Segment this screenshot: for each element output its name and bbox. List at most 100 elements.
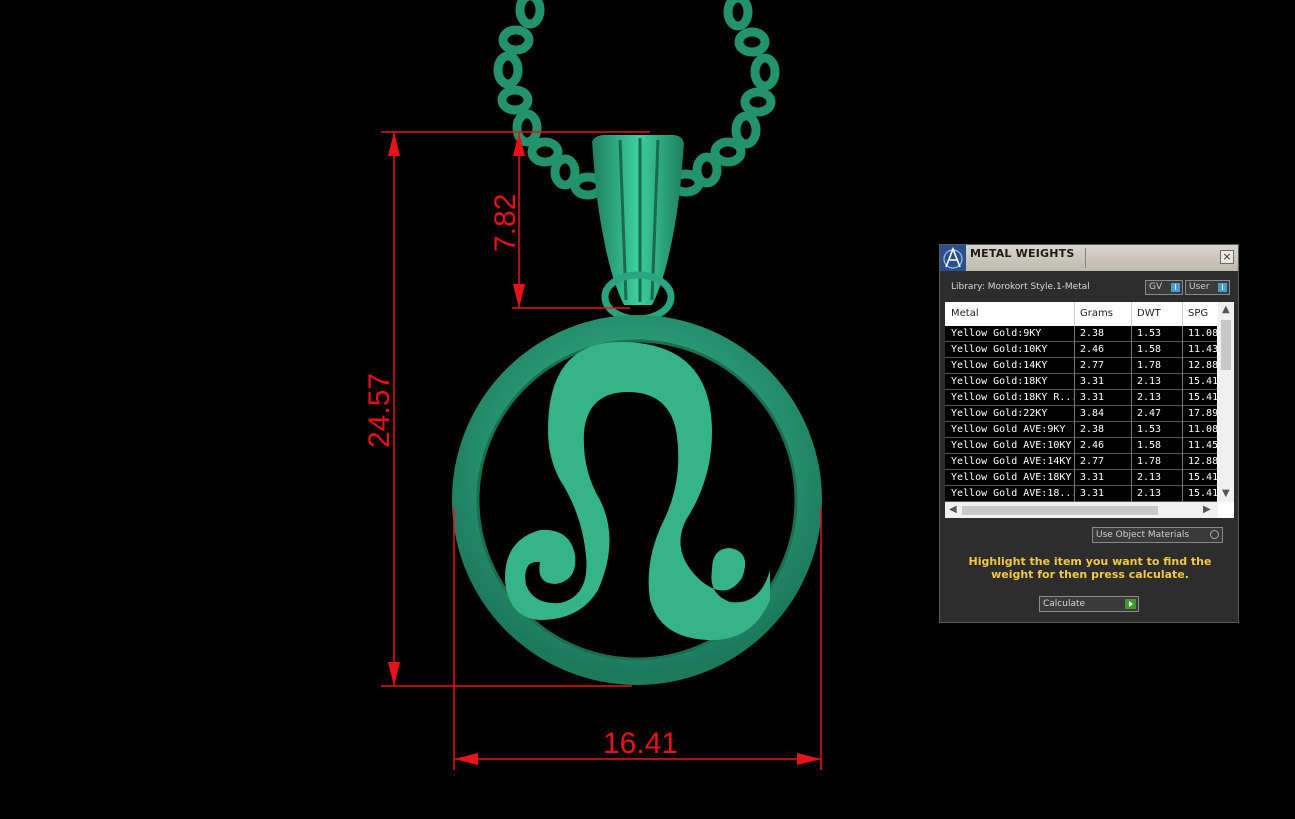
cell-divider — [1182, 406, 1183, 422]
dimension-label-width: 16.41 — [603, 727, 678, 760]
play-arrow-icon — [1125, 599, 1136, 609]
cell-dwt: 2.13 — [1137, 488, 1162, 499]
cell-metal: Yellow Gold:18KY R... — [951, 392, 1078, 403]
scroll-down-icon[interactable]: ▼ — [1222, 488, 1230, 499]
table-row[interactable]: Yellow Gold:9KY 2.38 1.53 11.08 — [945, 326, 1217, 342]
pendant-bail — [592, 135, 684, 323]
cell-grams: 3.31 — [1080, 376, 1105, 387]
user-toggle-knob: I — [1218, 283, 1227, 292]
vertical-scrollbar[interactable]: ▲ ▼ — [1218, 302, 1234, 502]
cell-grams: 3.31 — [1080, 472, 1105, 483]
cell-metal: Yellow Gold AVE:14KY — [951, 456, 1072, 467]
table-row[interactable]: Yellow Gold:18KY R... 3.31 2.13 15.41 — [945, 390, 1217, 406]
cell-divider — [1182, 374, 1183, 390]
cell-metal: Yellow Gold:10KY — [951, 344, 1048, 355]
cell-divider — [1182, 454, 1183, 470]
use-object-materials-option[interactable]: Use Object Materials — [1092, 527, 1223, 543]
cell-divider — [1131, 454, 1132, 470]
radio-icon[interactable] — [1210, 530, 1219, 539]
cell-divider — [1074, 374, 1075, 390]
table-row[interactable]: Yellow Gold:22KY 3.84 2.47 17.89 — [945, 406, 1217, 422]
use-object-materials-label: Use Object Materials — [1096, 530, 1190, 540]
horizontal-scrollbar[interactable]: ◀ ▶ — [945, 502, 1218, 518]
table-header: Metal Grams DWT SPG — [945, 302, 1217, 326]
table-body: Yellow Gold:9KY 2.38 1.53 11.08 Yellow G… — [945, 326, 1217, 502]
cell-metal: Yellow Gold:14KY — [951, 360, 1048, 371]
column-header-grams[interactable]: Grams — [1080, 308, 1113, 319]
table-row[interactable]: Yellow Gold:10KY 2.46 1.58 11.43 — [945, 342, 1217, 358]
cell-divider — [1182, 470, 1183, 486]
cell-metal: Yellow Gold:18KY — [951, 376, 1048, 387]
gv-toggle[interactable]: GV I — [1145, 280, 1183, 295]
cell-divider — [1182, 438, 1183, 454]
cell-divider — [1074, 358, 1075, 374]
cell-divider — [1074, 470, 1075, 486]
cell-divider — [1131, 486, 1132, 502]
cell-grams: 2.77 — [1080, 456, 1105, 467]
cell-dwt: 1.53 — [1137, 328, 1162, 339]
cell-divider — [1131, 406, 1132, 422]
gv-toggle-knob: I — [1171, 283, 1180, 292]
horizontal-scroll-thumb[interactable] — [962, 506, 1158, 515]
gv-toggle-label: GV — [1149, 282, 1163, 292]
cell-divider — [1074, 438, 1075, 454]
cell-divider — [1131, 326, 1132, 342]
cell-divider — [1131, 374, 1132, 390]
cell-spg: 15.41 — [1188, 472, 1217, 483]
table-row[interactable]: Yellow Gold:18KY 3.31 2.13 15.41 — [945, 374, 1217, 390]
leo-symbol — [504, 342, 770, 641]
table-row[interactable]: Yellow Gold AVE:10KY 2.46 1.58 11.45 — [945, 438, 1217, 454]
cell-divider — [1074, 486, 1075, 502]
table-row[interactable]: Yellow Gold AVE:14KY 2.77 1.78 12.88 — [945, 454, 1217, 470]
cell-metal: Yellow Gold:22KY — [951, 408, 1048, 419]
cell-dwt: 2.47 — [1137, 408, 1162, 419]
close-button[interactable]: × — [1220, 250, 1234, 264]
cell-divider — [1182, 326, 1183, 342]
cell-dwt: 1.58 — [1137, 344, 1162, 355]
cell-grams: 2.38 — [1080, 328, 1105, 339]
cell-spg: 15.41 — [1188, 392, 1217, 403]
column-header-dwt[interactable]: DWT — [1137, 308, 1161, 319]
cell-divider — [1182, 486, 1183, 502]
table-row[interactable]: Yellow Gold AVE:18... 3.31 2.13 15.41 — [945, 486, 1217, 502]
cell-divider — [1182, 342, 1183, 358]
calculate-button[interactable]: Calculate — [1039, 596, 1139, 612]
panel-titlebar[interactable]: METAL WEIGHTS × — [940, 245, 1238, 271]
table-row[interactable]: Yellow Gold:14KY 2.77 1.78 12.88 — [945, 358, 1217, 374]
metal-table: Metal Grams DWT SPG Yellow Gold:9KY 2.38… — [945, 302, 1234, 518]
cell-divider — [1074, 406, 1075, 422]
cell-spg: 11.43 — [1188, 344, 1217, 355]
cell-divider — [1074, 326, 1075, 342]
cell-divider — [1131, 438, 1132, 454]
cell-divider — [1074, 422, 1075, 438]
vertical-scroll-thumb[interactable] — [1221, 320, 1231, 370]
column-header-metal[interactable]: Metal — [951, 308, 979, 319]
cell-dwt: 1.78 — [1137, 456, 1162, 467]
calculate-label: Calculate — [1043, 599, 1086, 609]
cell-divider — [1182, 422, 1183, 438]
scroll-up-icon[interactable]: ▲ — [1222, 304, 1230, 315]
dimension-label-bail-height: 7.82 — [489, 194, 522, 252]
cell-grams: 2.38 — [1080, 424, 1105, 435]
table-row[interactable]: Yellow Gold AVE:18KY 3.31 2.13 15.41 — [945, 470, 1217, 486]
library-label: Library: Morokort Style.1-Metal — [951, 282, 1090, 292]
column-header-spg[interactable]: SPG — [1188, 308, 1208, 319]
cell-divider — [1182, 358, 1183, 374]
cell-dwt: 2.13 — [1137, 472, 1162, 483]
cell-grams: 2.77 — [1080, 360, 1105, 371]
cell-grams: 3.31 — [1080, 488, 1105, 499]
panel-title: METAL WEIGHTS — [970, 247, 1075, 260]
cell-divider — [1074, 342, 1075, 358]
cell-dwt: 1.78 — [1137, 360, 1162, 371]
table-row[interactable]: Yellow Gold AVE:9KY 2.38 1.53 11.08 — [945, 422, 1217, 438]
user-toggle[interactable]: User I — [1185, 280, 1230, 295]
cell-dwt: 2.13 — [1137, 392, 1162, 403]
cell-dwt: 1.58 — [1137, 440, 1162, 451]
dimension-label-total-height: 24.57 — [363, 373, 396, 448]
cell-divider — [1131, 358, 1132, 374]
cell-spg: 12.88 — [1188, 456, 1217, 467]
scroll-left-icon[interactable]: ◀ — [949, 504, 957, 515]
cell-divider — [1182, 390, 1183, 406]
scroll-right-icon[interactable]: ▶ — [1203, 504, 1211, 515]
cell-spg: 15.41 — [1188, 376, 1217, 387]
